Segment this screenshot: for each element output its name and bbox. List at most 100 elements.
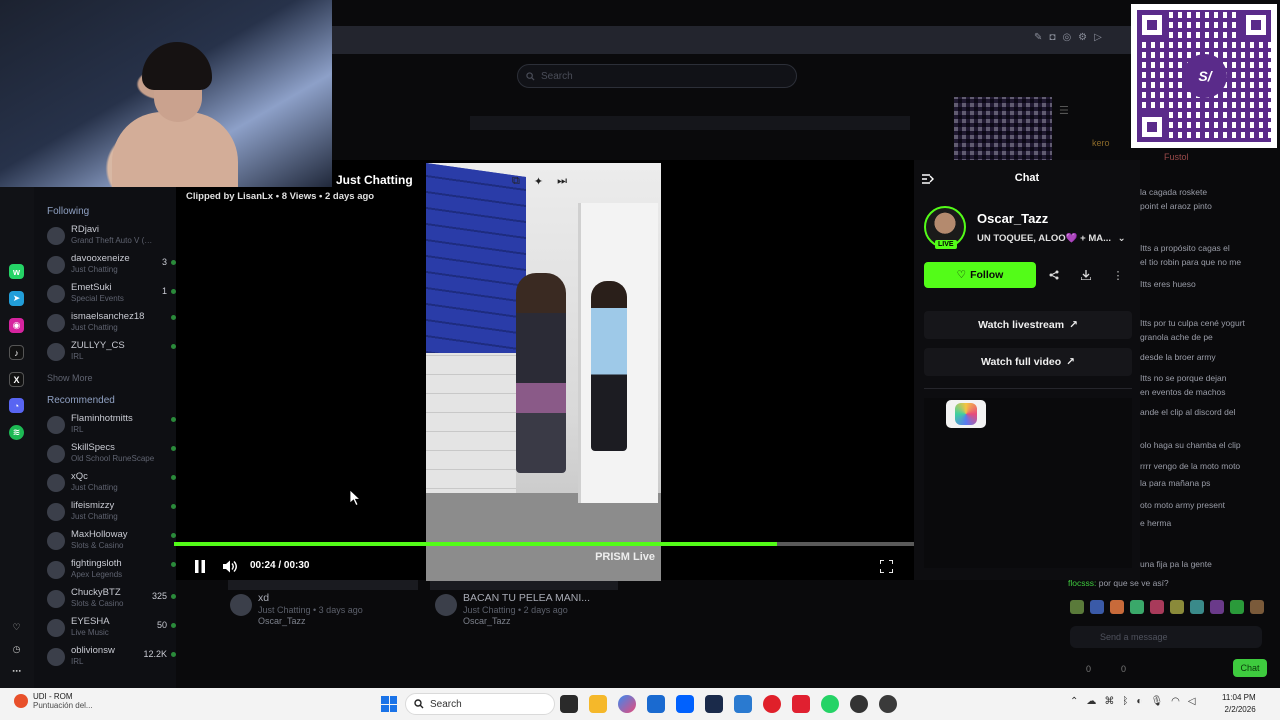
volume-button[interactable] <box>220 556 240 576</box>
emote-icon[interactable] <box>1090 600 1104 614</box>
app-icon[interactable] <box>879 695 897 713</box>
pause-button[interactable] <box>190 556 210 576</box>
sidebar-channel-item[interactable]: ZULLYY_CS IRL <box>47 340 176 369</box>
emote-icon[interactable] <box>1230 600 1244 614</box>
emote-icon[interactable] <box>1250 600 1264 614</box>
wifi-icon[interactable]: ◠ <box>1171 696 1180 707</box>
app-logo-icon <box>955 403 977 425</box>
app-icon[interactable] <box>705 695 723 713</box>
fullscreen-button[interactable] <box>876 556 896 576</box>
whatsapp-icon[interactable] <box>821 695 839 713</box>
sidebar-channel-item[interactable]: lifeismizzy Just Chatting <box>47 500 176 529</box>
clip-card[interactable]: xd Just Chatting • 3 days ago Oscar_Tazz <box>230 592 363 636</box>
sparkle-icon[interactable]: ✦ <box>534 175 543 188</box>
heart-icon[interactable]: ♡ <box>9 620 24 635</box>
sidebar-channel-item[interactable]: ismaelsanchez18 Just Chatting <box>47 311 176 340</box>
mic-icon[interactable]: 🎙 <box>1150 696 1163 707</box>
sidebar-channel-item[interactable]: xQc Just Chatting <box>47 471 176 500</box>
bg-search-bar[interactable]: Search <box>517 64 797 88</box>
instagram-icon[interactable]: ◉ <box>9 318 24 333</box>
sidebar-channel-item[interactable]: EmetSuki Special Events 1 <box>47 282 176 311</box>
sidebar-channel-item[interactable]: Flaminhotmitts IRL <box>47 413 176 442</box>
cloud-icon[interactable]: ☁ <box>1086 696 1096 707</box>
browser-icon[interactable] <box>734 695 752 713</box>
show-more-link[interactable]: Show More <box>47 373 176 383</box>
x-icon[interactable]: X <box>9 372 24 387</box>
emote-icon[interactable] <box>1190 600 1204 614</box>
dropbox-icon[interactable] <box>676 695 694 713</box>
chat-input[interactable]: Send a message <box>1070 626 1262 648</box>
settings-icon[interactable]: ⚙ <box>1078 32 1087 43</box>
sidebar-channel-item[interactable]: oblivionsw IRL 12.2K <box>47 645 176 674</box>
screen: ✎ ◘ ◎ ⚙ ▷ Search ☰ w ➤ ◉ ♪ X ◔ ≋ ♡ ◷ ⋯ F… <box>0 0 1280 720</box>
follow-button[interactable]: ♡ Follow <box>924 262 1036 288</box>
speaker-icon[interactable]: ◁ <box>1188 696 1196 707</box>
play-icon[interactable]: ▷ <box>1094 32 1102 43</box>
progress-bar[interactable] <box>174 542 914 546</box>
obs-icon[interactable] <box>850 695 868 713</box>
network-icon[interactable]: ⌘ <box>1104 696 1114 707</box>
webcam-person <box>142 42 212 90</box>
emote-icon[interactable] <box>1070 600 1084 614</box>
taskbar-clock[interactable]: 11:04 PM 2/2/2026 <box>1222 692 1256 716</box>
chat-message: la cagada roskete <box>1140 187 1208 197</box>
video-frame[interactable]: ⧉ ✦ ⏭ PRISM Live <box>426 163 661 581</box>
watch-livestream-button[interactable]: Watch livestream ↗ <box>924 311 1132 339</box>
file-explorer-icon[interactable] <box>589 695 607 713</box>
chevron-up-icon[interactable]: ⌃ <box>1070 696 1078 707</box>
share-button[interactable] <box>1043 264 1065 286</box>
clip-category[interactable]: Just Chatting <box>336 173 413 187</box>
emote-icon[interactable] <box>1150 600 1164 614</box>
streamer-name[interactable]: Oscar_Tazz <box>977 211 1048 226</box>
chevron-down-icon[interactable]: ⌄ <box>1118 233 1126 244</box>
store-icon[interactable] <box>647 695 665 713</box>
tiktok-icon[interactable]: ♪ <box>9 345 24 360</box>
sidebar-channel-item[interactable]: SkillSpecs Old School RuneScape <box>47 442 176 471</box>
copy-icon[interactable]: ⧉ <box>512 175 520 188</box>
emote-icon[interactable] <box>1130 600 1144 614</box>
download-button[interactable] <box>1075 264 1097 286</box>
mouse-cursor-icon <box>350 490 362 506</box>
opera-icon[interactable] <box>763 695 781 713</box>
telegram-icon[interactable]: ➤ <box>9 291 24 306</box>
bluetooth-icon[interactable]: ᛒ <box>1122 696 1128 707</box>
sidebar-channel-item[interactable]: EYESHA Live Music 50 <box>47 616 176 645</box>
clock-icon[interactable]: ◷ <box>9 642 24 657</box>
more-options-button[interactable]: ⋮ <box>1107 264 1129 286</box>
sidebar-channel-item[interactable]: fightingsloth Apex Legends <box>47 558 176 587</box>
list-toggle-icon[interactable]: ☰ <box>1059 104 1069 117</box>
spotify-icon[interactable]: ≋ <box>9 425 24 440</box>
chat-message: Itts a propósito cagas el <box>1140 243 1230 253</box>
app-icon[interactable] <box>946 400 986 428</box>
clip-side-panel: Chat LIVE Oscar_Tazz UN TOQUEE, ALOO💜 + … <box>914 160 1140 580</box>
taskbar-widget[interactable]: UDI - ROM Puntuación del... <box>14 692 93 710</box>
emote-icon[interactable] <box>1110 600 1124 614</box>
app-icon[interactable] <box>792 695 810 713</box>
edit-icon[interactable]: ✎ <box>1034 32 1042 43</box>
whatsapp-icon[interactable]: w <box>9 264 24 279</box>
sidebar-channel-item[interactable]: MaxHolloway Slots & Casino <box>47 529 176 558</box>
task-view-icon[interactable] <box>560 695 578 713</box>
sidebar-channel-item[interactable]: ChuckyBTZ Slots & Casino 325 <box>47 587 176 616</box>
copilot-icon[interactable] <box>618 695 636 713</box>
sidebar-channel-item[interactable]: RDjavi Grand Theft Auto V (… <box>47 224 176 253</box>
clip-card[interactable]: BACAN TU PELEA MANI... Just Chatting • 2… <box>435 592 590 636</box>
clip-card-subtitle: Just Chatting • 2 days ago <box>463 605 568 615</box>
avatar <box>47 285 65 303</box>
app-tray-icon[interactable]: ◐ <box>1136 696 1142 707</box>
emote-icon[interactable] <box>1170 600 1184 614</box>
start-button[interactable] <box>381 696 397 712</box>
clip-card-channel[interactable]: Oscar_Tazz <box>258 616 363 626</box>
watch-full-video-button[interactable]: Watch full video ↗ <box>924 348 1132 376</box>
discord-icon[interactable]: ◔ <box>9 398 24 413</box>
emote-icon[interactable] <box>1210 600 1224 614</box>
channel-category: IRL <box>71 425 84 434</box>
target-icon[interactable]: ◎ <box>1062 32 1071 43</box>
clip-card-channel[interactable]: Oscar_Tazz <box>463 616 590 626</box>
sidebar-channel-item[interactable]: davooxeneize Just Chatting 3 <box>47 253 176 282</box>
camera-icon[interactable]: ◘ <box>1049 32 1055 43</box>
chat-send-button[interactable]: Chat <box>1233 659 1267 677</box>
more-icon[interactable]: ⋯ <box>9 664 24 679</box>
taskbar-search[interactable]: Search <box>405 693 555 715</box>
skip-icon[interactable]: ⏭ <box>557 175 567 188</box>
